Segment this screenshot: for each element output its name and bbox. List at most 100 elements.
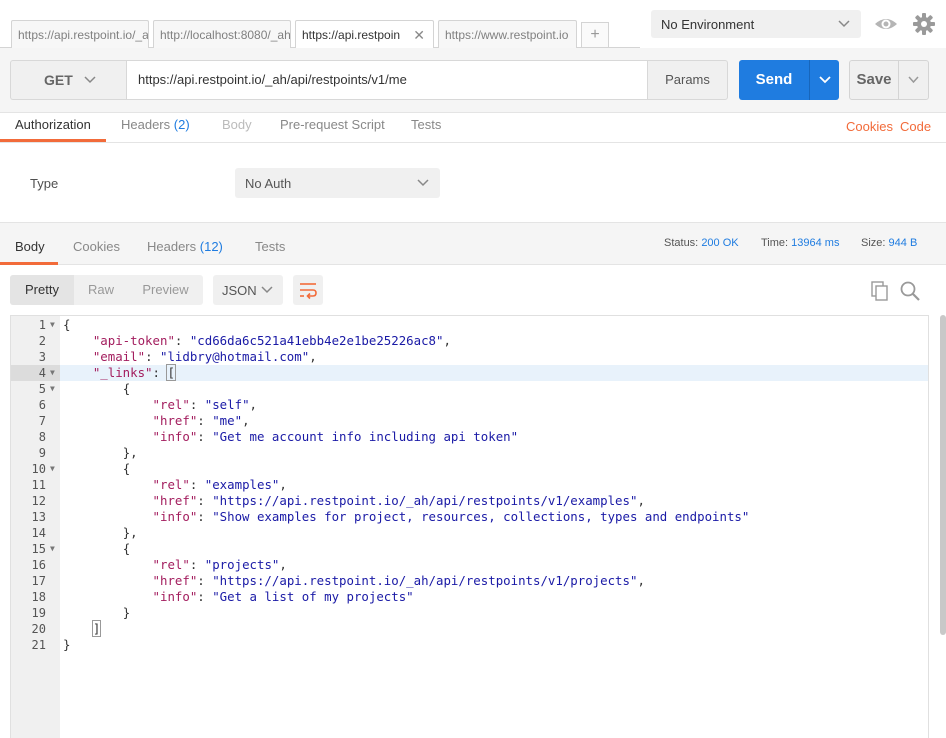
wrap-lines-button[interactable] [293,275,323,305]
code-text: "api-token": "cd66da6c521a41ebb4e2e1be25… [92,333,451,348]
code-line: 19 } [11,605,928,621]
chevron-down-icon [84,76,96,84]
code-line: 21} [11,637,928,653]
code-line: 5 ▼ { [11,381,928,397]
response-headers-count-badge: (12) [199,239,223,254]
save-button[interactable]: Save [849,60,899,100]
save-options-button[interactable] [898,60,929,100]
params-button[interactable]: Params [647,60,728,100]
line-number: 16 [31,558,46,572]
http-method-select[interactable]: GET [10,60,127,100]
code-line: 7 "href": "me", [11,413,928,429]
copy-icon [871,281,888,301]
json-string-value: "Show examples for project, resources, c… [212,509,750,524]
view-raw-button[interactable]: Raw [74,275,128,305]
new-tab-button[interactable]: + [581,22,609,48]
request-tab-label: http://localhost:8080/_ah [160,28,291,42]
code-line: 15 ▼ { [11,541,928,557]
environment-select-value: No Environment [661,17,755,32]
code-lines: 1 ▼{2 "api-token": "cd66da6c521a41ebb4e2e… [11,317,928,653]
auth-type-select[interactable]: No Auth [235,168,440,198]
fold-arrow-icon[interactable]: ▼ [50,317,55,333]
response-tab-cookies[interactable]: Cookies [73,239,120,254]
code-line: 1 ▼{ [11,317,928,333]
search-response-button[interactable] [898,279,922,303]
view-pretty-button[interactable]: Pretty [10,275,74,305]
settings-button[interactable] [910,10,938,38]
code-line: 20 ] [11,620,928,637]
code-line: 16 "rel": "projects", [11,557,928,573]
json-string-value: "me" [212,413,243,428]
tab-headers[interactable]: Headers (2) [121,117,190,132]
fold-arrow-icon[interactable]: ▼ [50,541,55,557]
code-text: } [122,605,131,620]
code-text: } [63,637,71,652]
json-key: "info" [152,509,198,524]
line-number: 21 [31,638,46,652]
tab-authorization[interactable]: Authorization [15,117,91,132]
fold-arrow-icon[interactable]: ▼ [50,365,55,381]
chevron-down-icon [261,286,273,294]
request-url-input[interactable]: https://api.restpoint.io/_ah/api/restpoi… [126,60,648,100]
code-text: "rel": "projects", [152,557,287,572]
code-line: 2 "api-token": "cd66da6c521a41ebb4e2e1be… [11,333,928,349]
send-button[interactable]: Send [739,60,809,100]
code-text: "info": "Show examples for project, reso… [152,509,750,524]
fold-arrow-icon[interactable]: ▼ [50,461,55,477]
copy-response-button[interactable] [868,279,892,303]
window-scrollbar[interactable] [940,315,946,635]
line-number: 13 [31,510,46,524]
http-method-value: GET [44,72,73,88]
line-number: 6 [38,398,46,412]
request-tab-2[interactable]: http://localhost:8080/_ah [153,20,291,49]
line-number: 11 [31,478,46,492]
json-key: "href" [152,413,198,428]
request-tab-strip: https://api.restpoint.io/_a http://local… [0,0,640,50]
format-select[interactable]: JSON [213,275,283,305]
send-options-button[interactable] [809,60,839,100]
environment-quick-look-button[interactable] [872,10,900,38]
json-string-value: "cd66da6c521a41ebb4e2e1be25226ac8" [189,333,444,348]
request-tab-1[interactable]: https://api.restpoint.io/_a [11,20,149,49]
line-number: 18 [31,590,46,604]
code-text: "rel": "examples", [152,477,287,492]
json-key: "href" [152,573,198,588]
request-tab-label: https://www.restpoint.io [445,28,569,42]
request-tab-label: https://api.restpoin [302,28,401,42]
tab-tests[interactable]: Tests [411,117,441,132]
response-tab-headers[interactable]: Headers (12) [147,239,223,254]
size-value: 944 B [888,237,918,249]
request-url-bar: GET https://api.restpoint.io/_ah/api/res… [0,48,946,113]
view-mode-group: Pretty Raw Preview [10,275,203,305]
time-label: Time: [761,237,789,249]
request-tab-4[interactable]: https://www.restpoint.io [438,20,577,49]
request-tab-label: https://api.restpoint.io/_a [18,28,149,42]
environment-select[interactable]: No Environment [651,10,861,38]
active-tab-indicator [0,139,106,142]
close-tab-icon[interactable]: ✕ [413,27,425,44]
tab-pre-request-script[interactable]: Pre-request Script [280,117,385,132]
response-tab-tests[interactable]: Tests [255,239,285,254]
json-key: "info" [152,429,198,444]
code-line: 13 "info": "Show examples for project, r… [11,509,928,525]
cookies-link[interactable]: Cookies [846,119,893,134]
response-body-editor[interactable]: 1 ▼{2 "api-token": "cd66da6c521a41ebb4e2e… [10,315,929,738]
request-tab-3-active[interactable]: https://api.restpoin ✕ [295,20,434,50]
eye-icon [875,19,897,29]
response-tab-body[interactable]: Body [15,239,45,254]
code-text: "rel": "self", [152,397,257,412]
code-link[interactable]: Code [900,119,931,134]
fold-arrow-icon[interactable]: ▼ [50,381,55,397]
json-string-value: "examples" [204,477,280,492]
chevron-down-icon [417,179,429,187]
line-number: 8 [38,430,46,444]
json-string-value: "Get me account info including api token… [212,429,519,444]
tab-body[interactable]: Body [222,117,252,132]
status-label: Status: [664,237,699,249]
json-key: "api-token" [92,333,175,348]
code-text: { [122,381,131,396]
view-preview-button[interactable]: Preview [128,275,203,305]
code-text: "href": "https://api.restpoint.io/_ah/ap… [152,493,645,508]
code-line: 4 ▼ "_links": [ [11,364,928,381]
chevron-down-icon [838,20,850,28]
